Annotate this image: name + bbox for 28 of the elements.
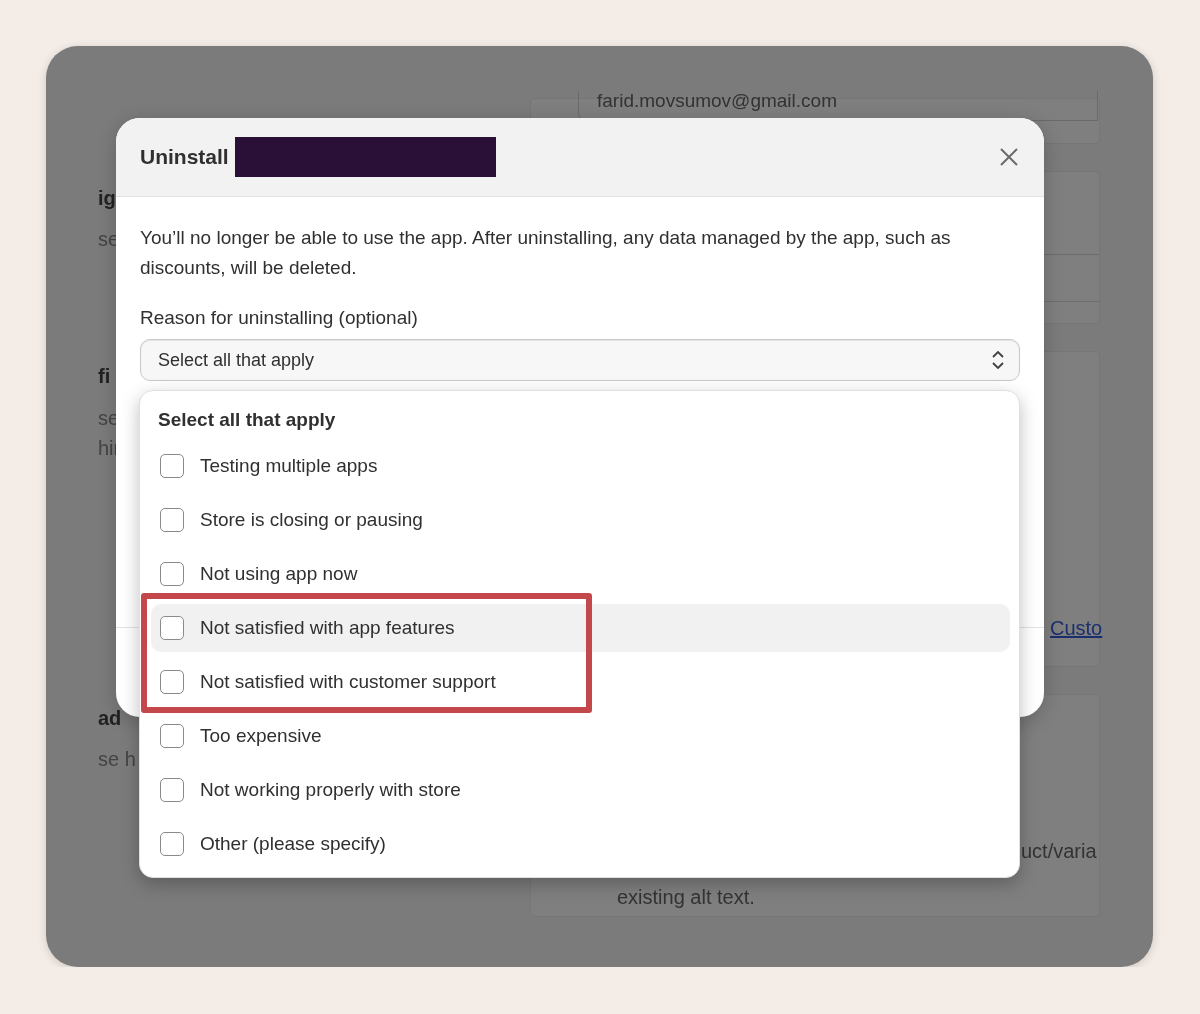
- option-item[interactable]: Too expensive: [151, 712, 1010, 760]
- option-item[interactable]: Not satisfied with app features: [151, 604, 1010, 652]
- option-item[interactable]: Not working properly with store: [151, 766, 1010, 814]
- field-label: Reason for uninstalling (optional): [140, 307, 419, 329]
- option-item[interactable]: Other (please specify): [151, 820, 1010, 868]
- background-text: fi: [98, 364, 112, 388]
- checkbox[interactable]: [160, 616, 184, 640]
- background-text: ad: [98, 706, 123, 730]
- option-item[interactable]: Store is closing or pausing: [151, 496, 1010, 544]
- option-item[interactable]: Not using app now: [151, 550, 1010, 598]
- dropdown-heading: Select all that apply: [157, 408, 337, 432]
- reason-select[interactable]: Select all that apply: [140, 339, 1020, 381]
- checkbox[interactable]: [160, 670, 184, 694]
- chevrons-icon: [991, 349, 1005, 371]
- checkbox[interactable]: [160, 778, 184, 802]
- checkbox[interactable]: [160, 508, 184, 532]
- option-item[interactable]: Testing multiple apps: [151, 442, 1010, 490]
- background-text: uct/varia: [1021, 839, 1098, 863]
- background-text: existing alt text.: [617, 885, 756, 909]
- checkbox[interactable]: [160, 724, 184, 748]
- dialog-title: Uninstall: [140, 145, 229, 169]
- option-item[interactable]: Not satisfied with customer support: [151, 658, 1010, 706]
- close-button[interactable]: [998, 146, 1020, 168]
- background-text: ig: [98, 186, 117, 210]
- checkbox[interactable]: [160, 454, 184, 478]
- checkbox[interactable]: [160, 562, 184, 586]
- dialog-description: You’ll no longer be able to use the app. After uninstalling, any data managed by the app, such as discounts, will be deleted.: [140, 226, 952, 280]
- checkbox[interactable]: [160, 832, 184, 856]
